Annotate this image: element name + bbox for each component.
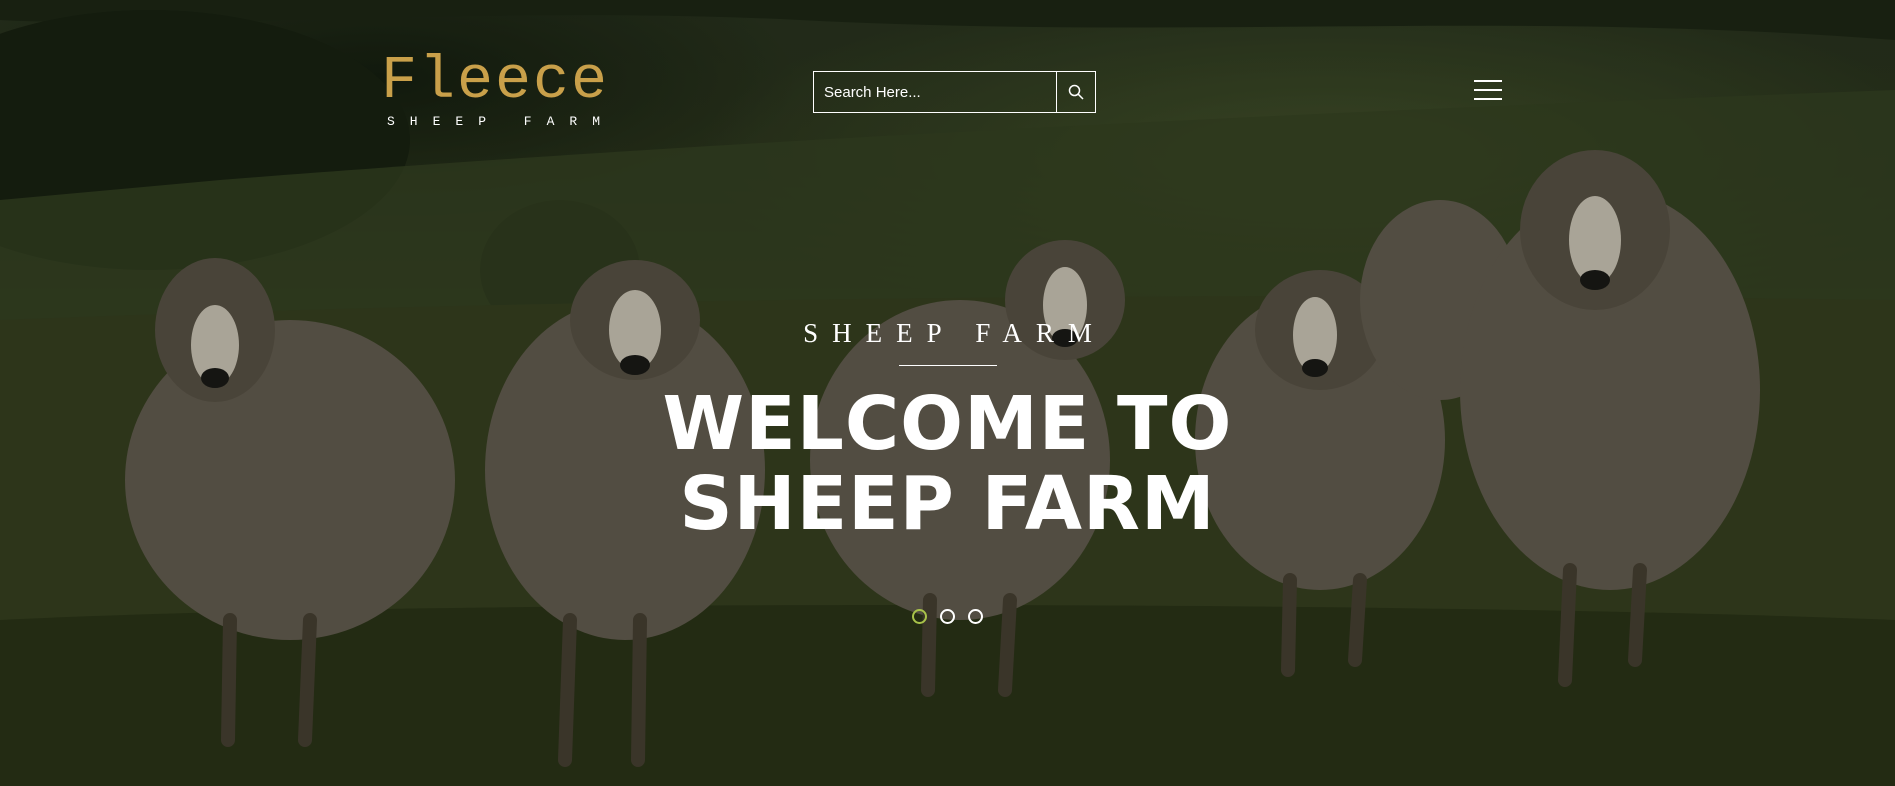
- logo-subtitle: SHEEP FARM: [387, 114, 616, 129]
- menu-line: [1474, 80, 1502, 82]
- slider-pagination: [912, 609, 983, 624]
- hero-eyebrow: SHEEP FARM: [803, 318, 1106, 348]
- logo-title: Fleece: [381, 48, 610, 116]
- search-bar: [813, 71, 1096, 113]
- hero-headline-line-2: SHEEP FARM: [679, 461, 1216, 547]
- hero-headline-line-1: WELCOME TO: [662, 381, 1233, 467]
- hero-divider: [898, 365, 997, 366]
- hero-caption: SHEEP FARM WELCOME TO SHEEP FARM: [0, 318, 1895, 544]
- slider-dot-2[interactable]: [940, 609, 955, 624]
- slider-dot-1[interactable]: [912, 609, 927, 624]
- hero-banner: Fleece SHEEP FARM SHEEP FARM WELCOME TO …: [0, 0, 1895, 786]
- menu-line: [1474, 98, 1502, 100]
- hamburger-menu-icon[interactable]: [1474, 80, 1502, 104]
- slider-dot-3[interactable]: [968, 609, 983, 624]
- search-button[interactable]: [1056, 72, 1095, 112]
- site-logo[interactable]: Fleece SHEEP FARM: [381, 52, 611, 129]
- search-input[interactable]: [814, 72, 1056, 112]
- menu-line: [1474, 89, 1502, 91]
- search-icon: [1068, 84, 1084, 100]
- hero-headline: WELCOME TO SHEEP FARM: [0, 384, 1895, 544]
